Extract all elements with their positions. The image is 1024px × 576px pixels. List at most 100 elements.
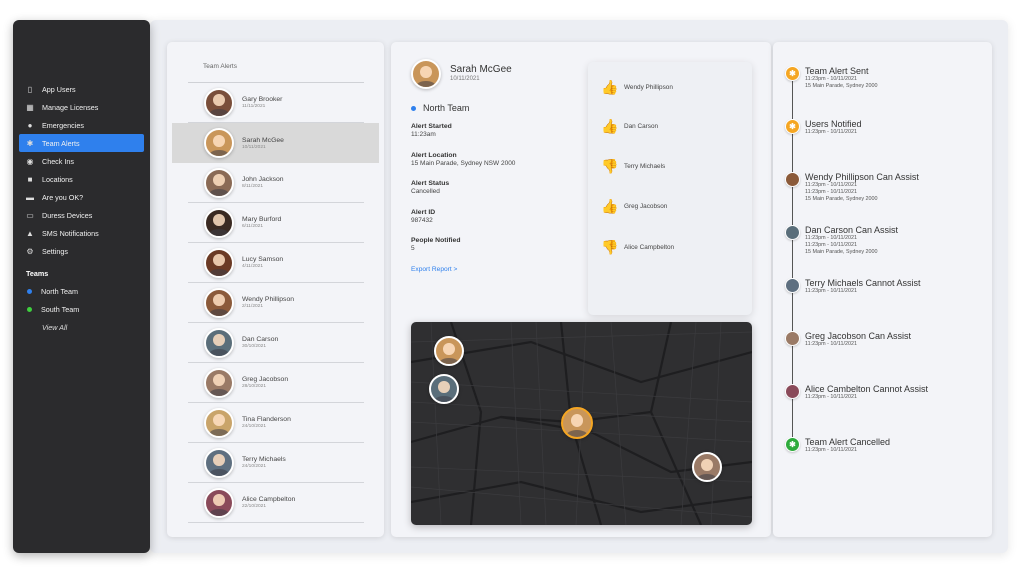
sidebar-item-settings[interactable]: ⚙ Settings [19,242,144,260]
alert-row[interactable]: Tina Flanderson 24/10/2021 [188,403,364,443]
field-value: Cancelled [411,188,440,195]
alert-row[interactable]: John Jackson 8/11/2021 [188,163,364,203]
timeline-sub: 15 Main Parade, Sydney 2000 [805,83,878,89]
phone-icon: ▯ [27,84,33,94]
alert-date: 28/10/2021 [242,384,267,389]
team-label: South Team [41,304,80,314]
sidebar-item-team-alerts[interactable]: ✱ Team Alerts [19,134,144,152]
response-name: Dan Carson [624,122,659,130]
timeline-sub: 11:23pm - 10/11/2021 [805,288,857,294]
alert-name: Lucy Samson [242,256,284,263]
alert-row[interactable]: Wendy Phillipson 2/11/2021 [188,283,364,323]
timeline-sub: 11:23pm - 10/11/2021 [805,182,857,188]
response-row: 👍 Greg Jacobson [601,198,668,214]
alert-row[interactable]: Gary Brooker 11/11/2021 [188,83,364,123]
sidebar-item-emergencies[interactable]: ● Emergencies [19,116,144,134]
timeline-sub: 11:23pm - 10/11/2021 [805,447,857,453]
alert-name: Mary Burford [242,216,282,223]
export-report-link[interactable]: Export Report > [411,266,457,273]
avatar [204,367,234,398]
alert-name: Dan Carson [242,336,279,343]
alert-name: Wendy Phillipson [242,296,295,303]
sidebar-team-north[interactable]: North Team [13,282,150,300]
license-icon: ▦ [26,102,34,112]
sidebar-item-label: Duress Devices [42,210,93,220]
alert-row[interactable]: Lucy Samson 4/11/2021 [188,243,364,283]
sidebar-item-are-you-ok[interactable]: ▬ Are you OK? [19,188,144,206]
response-name: Terry Michaels [624,162,666,170]
alert-name: Tina Flanderson [242,416,291,423]
sidebar-item-label: SMS Notifications [42,228,99,238]
detail-avatar [411,59,441,89]
user-avatar-icon [785,225,800,240]
alert-row[interactable]: Mary Burford 6/11/2021 [188,203,364,243]
alert-row[interactable]: Terry Michaels 24/10/2021 [188,443,364,483]
alert-row[interactable]: Dan Carson 30/10/2021 [188,323,364,363]
timeline-title: Alice Cambelton Cannot Assist [805,384,929,394]
timeline-title: Terry Michaels Cannot Assist [805,278,921,288]
field-alert-id: Alert ID 987432 [411,209,435,224]
alert-date: 2/11/2021 [242,304,263,309]
sidebar-item-locations[interactable]: ■ Locations [19,170,144,188]
timeline-title: Users Notified [805,119,862,129]
view-all-teams-link[interactable]: View All [13,318,150,336]
sidebar-item-check-ins[interactable]: ◉ Check Ins [19,152,144,170]
sidebar-item-label: Check Ins [42,156,74,166]
timeline-event: Alice Cambelton Cannot Assist 11:23pm - … [785,384,928,401]
response-name: Alice Campbelton [624,243,675,251]
field-label: Alert ID [411,209,436,216]
sidebar-item-label: Are you OK? [42,192,84,202]
detail-date: 10/11/2021 [450,76,480,82]
map-view[interactable] [411,322,752,525]
sidebar-item-duress-devices[interactable]: ▭ Duress Devices [19,206,144,224]
thumbs-up-icon: 👍 [601,78,619,95]
avatar [204,487,234,518]
sidebar-item-manage-licenses[interactable]: ▦ Manage Licenses [19,98,144,116]
alert-row[interactable]: Alice Campbelton 22/10/2021 [188,483,364,523]
timeline-sub: 11:23pm - 10/11/2021 [805,242,857,248]
field-label: Alert Location [411,152,457,159]
timeline-event: ✱ Team Alert Cancelled 11:23pm - 10/11/2… [785,437,890,454]
location-pin-icon: ◉ [26,156,34,166]
field-people-notified: People Notified 5 [411,237,460,252]
field-value: 11:23am [411,131,436,138]
timeline-sub: 11:23pm - 10/11/2021 [805,341,857,347]
alert-date: 30/10/2021 [242,344,267,349]
sidebar-item-label: Manage Licenses [42,102,99,112]
sidebar-team-south[interactable]: South Team [13,300,150,318]
sidebar-item-app-users[interactable]: ▯ App Users [19,80,144,98]
device-icon: ▭ [26,210,34,220]
sidebar-item-label: Emergencies [42,120,84,130]
team-alerts-list-panel: Team Alerts Gary Brooker 11/11/2021 Sarah… [167,42,384,537]
timeline-sub: 11:23pm - 10/11/2021 [805,189,857,195]
timeline-sub: 15 Main Parade, Sydney 2000 [805,249,878,255]
alert-date: 22/10/2021 [242,504,267,509]
avatar [204,87,234,118]
gear-icon: ⚙ [26,246,34,256]
alert-date: 11/11/2021 [242,104,266,109]
alert-row[interactable]: Greg Jacobson 28/10/2021 [188,363,364,403]
alert-row-selected[interactable]: Sarah McGee 10/11/2021 [172,123,379,163]
avatar [204,327,234,358]
map-user-pin[interactable] [429,374,459,404]
field-alert-location: Alert Location 15 Main Parade, Sydney NS… [411,152,515,167]
field-value: 987432 [411,217,433,224]
sidebar: ▯ App Users ▦ Manage Licenses ● Emergenc… [13,20,150,553]
avatar [204,407,234,438]
avatar [204,207,234,238]
map-user-pin[interactable] [692,452,722,482]
chat-icon: ▬ [26,192,34,202]
timeline-sub: 11:23pm - 10/11/2021 [805,394,857,400]
timeline-sub: 15 Main Parade, Sydney 2000 [805,196,878,202]
map-user-pin[interactable] [434,336,464,366]
timeline-event: ✱ Users Notified 11:23pm - 10/11/2021 [785,119,862,136]
response-row: 👍 Dan Carson [601,118,659,134]
response-name: Greg Jacobson [624,202,668,210]
alert-name: Terry Michaels [242,456,286,463]
map-alert-origin-pin[interactable] [561,407,593,439]
alert-icon: ✱ [785,119,800,134]
sidebar-item-sms-notifications[interactable]: ▲ SMS Notifications [19,224,144,242]
sidebar-item-label: App Users [42,84,76,94]
team-alert-icon: ✱ [26,138,34,148]
emergency-icon: ● [27,120,33,130]
